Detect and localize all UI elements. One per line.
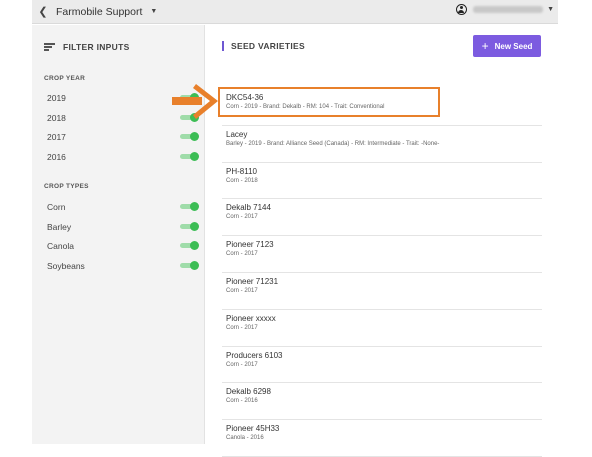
user-icon xyxy=(456,4,468,15)
seed-list-item[interactable]: Pioneer 7123 Corn - 2017 xyxy=(222,236,542,273)
top-bar: ❮ Farmobile Support ▼ ••• •••• •••• ▼ xyxy=(32,0,558,24)
seed-detail: Corn - 2017 xyxy=(226,361,258,368)
seed-list-item[interactable]: PH-8110 Corn - 2018 xyxy=(222,163,542,200)
seed-list-item[interactable]: Producers 6103 Corn - 2017 xyxy=(222,347,542,384)
page-title: SEED VARIETIES xyxy=(222,41,305,51)
seed-name: PH-8110 xyxy=(226,166,257,176)
filter-icon xyxy=(44,43,55,51)
seed-varieties-panel: SEED VARIETIES + New Seed DKC54-36 Corn -… xyxy=(206,25,558,457)
app-title[interactable]: Farmobile Support xyxy=(56,6,142,18)
caret-down-icon[interactable]: ▼ xyxy=(150,8,157,15)
filter-year-2017: 2017 xyxy=(47,130,199,144)
filter-label: Barley xyxy=(47,221,72,232)
seed-name: Dekalb 7144 xyxy=(226,203,271,213)
filter-title: FILTER INPUTS xyxy=(63,42,130,52)
seed-name: Dekalb 6298 xyxy=(226,387,271,397)
seed-list-item[interactable]: DKC54-36 Corn - 2019 - Brand: Dekalb - RM… xyxy=(222,89,542,126)
filter-label: Soybeans xyxy=(47,260,85,271)
filter-label: 2016 xyxy=(47,151,66,162)
seed-detail: Corn - 2016 xyxy=(226,398,258,405)
filter-crop-soybeans: Soybeans xyxy=(47,259,199,273)
toggle-switch[interactable] xyxy=(180,132,199,141)
seed-detail: Corn - 2017 xyxy=(226,214,258,221)
toggle-switch[interactable] xyxy=(180,202,199,211)
filter-label: 2017 xyxy=(47,132,66,142)
filter-crop-canola: Canola xyxy=(47,239,199,253)
seed-list-item[interactable]: Pioneer 71231 Corn - 2017 xyxy=(222,273,542,310)
seed-detail: Corn - 2017 xyxy=(226,287,258,294)
seed-detail: Corn - 2017 xyxy=(226,251,258,258)
filter-label: 2019 xyxy=(47,93,66,103)
seed-name: Pioneer 45H33 xyxy=(226,424,280,434)
seed-list-item[interactable]: Pioneer xxxxx Corn - 2017 xyxy=(222,310,542,347)
seed-name: Pioneer 71231 xyxy=(226,276,279,286)
filter-label: Canola xyxy=(47,241,74,251)
seed-detail: Barley - 2019 - Brand: Alliance Seed (Ca… xyxy=(226,140,440,147)
user-menu[interactable]: ••• •••• •••• ▼ xyxy=(456,4,554,15)
filter-header: FILTER INPUTS xyxy=(44,42,130,52)
crop-types-title: CROP TYPES xyxy=(44,183,89,190)
caret-down-icon[interactable]: ▼ xyxy=(547,6,554,13)
plus-icon: + xyxy=(481,39,489,53)
seed-list: DKC54-36 Corn - 2019 - Brand: Dekalb - RM… xyxy=(222,89,542,457)
filter-crop-corn: Corn xyxy=(47,200,199,214)
seed-list-item[interactable]: Dekalb 7144 Corn - 2017 xyxy=(222,199,542,237)
toggle-switch[interactable] xyxy=(180,221,199,231)
new-seed-button[interactable]: + New Seed xyxy=(473,35,541,57)
filter-label: 2018 xyxy=(47,112,66,123)
toggle-switch[interactable] xyxy=(180,260,199,270)
chevron-left-icon[interactable]: ❮ xyxy=(36,5,50,18)
seed-name: Producers 6103 xyxy=(226,350,283,360)
seed-list-item[interactable]: Lacey Barley - 2019 - Brand: Alliance See… xyxy=(222,126,542,163)
toggle-switch[interactable] xyxy=(180,241,199,250)
filter-label: Corn xyxy=(47,202,66,212)
seed-list-item[interactable]: Pioneer 45H33 Canola - 2016 xyxy=(222,420,542,457)
user-name: ••• •••• •••• xyxy=(473,6,544,13)
app-window: ❮ Farmobile Support ▼ ••• •••• •••• ▼ FI… xyxy=(32,0,558,457)
seed-detail: Corn - 2017 xyxy=(226,324,258,331)
filter-year-2016: 2016 xyxy=(47,150,199,164)
crop-year-title: CROP YEAR xyxy=(44,75,86,82)
annotation-arrow-icon xyxy=(172,84,218,119)
seed-name: Pioneer 7123 xyxy=(226,240,274,250)
toggle-switch[interactable] xyxy=(180,151,199,161)
seed-name: Lacey xyxy=(226,129,248,139)
new-seed-label: New Seed xyxy=(494,41,533,51)
filter-crop-barley: Barley xyxy=(47,220,199,234)
seed-list-item[interactable]: Dekalb 6298 Corn - 2016 xyxy=(222,383,542,421)
seed-name: Pioneer xxxxx xyxy=(226,313,276,323)
seed-name: DKC54-36 xyxy=(226,93,264,102)
seed-detail: Corn - 2019 - Brand: Dekalb - RM: 104 - … xyxy=(226,104,385,110)
seed-detail: Corn - 2018 xyxy=(226,177,258,184)
seed-detail: Canola - 2016 xyxy=(226,435,264,442)
